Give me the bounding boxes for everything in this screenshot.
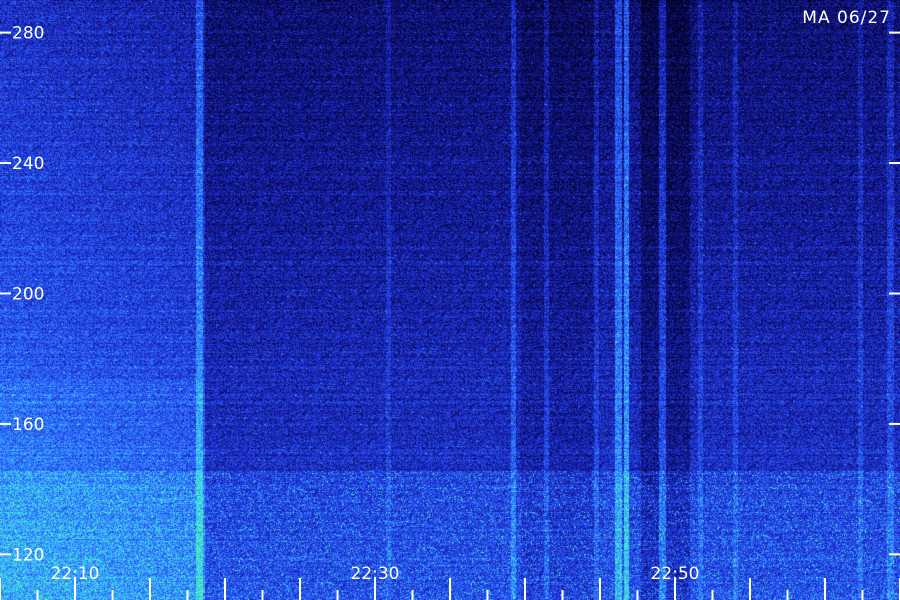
x-tick-label: 22:50 [651,564,700,584]
x-minor-tick-mark [786,590,789,600]
y-tick-label: 160 [12,415,44,435]
x-minor-tick-mark [711,590,714,600]
x-major-tick-mark [0,578,1,600]
x-minor-tick-mark [336,590,339,600]
x-major-tick-mark [224,578,226,600]
y-right-tick-mark [889,292,900,295]
x-major-tick-mark [299,578,301,600]
y-tick-mark [0,31,11,34]
x-major-tick-mark [599,578,601,600]
x-tick-label: 22:10 [51,564,100,584]
x-minor-tick-mark [486,590,489,600]
x-major-tick-mark [524,578,526,600]
spectrogram-chart: 280 240 200 160 120 22:10 22:30 22:50 MA 06/27 [0,0,900,600]
x-minor-tick-mark [111,590,114,600]
station-date-stamp: MA 06/27 [802,8,891,28]
y-tick-label: 280 [12,24,44,44]
y-tick-label: 120 [12,545,44,565]
y-tick-mark [0,553,11,556]
x-major-tick-mark [449,578,451,600]
y-right-tick-mark [889,422,900,425]
y-tick-label: 240 [12,154,44,174]
y-tick-mark [0,422,11,425]
x-minor-tick-mark [186,590,189,600]
y-tick-label: 200 [12,284,44,304]
spectrogram-heatmap [0,0,900,600]
x-minor-tick-mark [636,590,639,600]
y-tick-mark [0,162,11,165]
x-minor-tick-mark [861,590,864,600]
x-minor-tick-mark [261,590,264,600]
y-right-tick-mark [889,31,900,34]
x-major-tick-mark [149,578,151,600]
x-minor-tick-mark [561,590,564,600]
y-right-tick-mark [889,553,900,556]
y-right-tick-mark [889,162,900,165]
y-tick-mark [0,292,11,295]
x-minor-tick-mark [411,590,414,600]
x-tick-label: 22:30 [351,564,400,584]
x-minor-tick-mark [36,590,39,600]
x-major-tick-mark [824,578,826,600]
x-major-tick-mark [749,578,751,600]
